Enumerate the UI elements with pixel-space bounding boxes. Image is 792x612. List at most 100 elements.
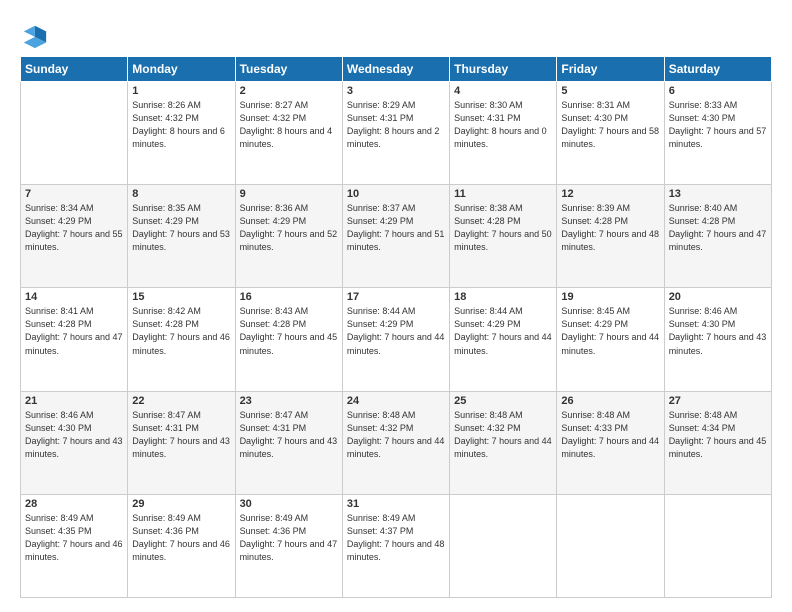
- week-row-1: 7 Sunrise: 8:34 AMSunset: 4:29 PMDaylight…: [21, 185, 772, 288]
- calendar-cell: 6 Sunrise: 8:33 AMSunset: 4:30 PMDaylight…: [664, 82, 771, 185]
- calendar-cell: 24 Sunrise: 8:48 AMSunset: 4:32 PMDayligh…: [342, 391, 449, 494]
- cell-content: Sunrise: 8:48 AMSunset: 4:34 PMDaylight:…: [669, 410, 767, 459]
- calendar-cell: 2 Sunrise: 8:27 AMSunset: 4:32 PMDaylight…: [235, 82, 342, 185]
- cell-content: Sunrise: 8:38 AMSunset: 4:28 PMDaylight:…: [454, 203, 552, 252]
- cell-content: Sunrise: 8:48 AMSunset: 4:33 PMDaylight:…: [561, 410, 659, 459]
- day-number: 7: [25, 188, 123, 200]
- cell-content: Sunrise: 8:46 AMSunset: 4:30 PMDaylight:…: [25, 410, 123, 459]
- calendar-cell: 15 Sunrise: 8:42 AMSunset: 4:28 PMDayligh…: [128, 288, 235, 391]
- cell-content: Sunrise: 8:40 AMSunset: 4:28 PMDaylight:…: [669, 203, 767, 252]
- day-number: 31: [347, 498, 445, 510]
- day-header-monday: Monday: [128, 57, 235, 82]
- day-number: 24: [347, 395, 445, 407]
- day-number: 18: [454, 291, 552, 303]
- cell-content: Sunrise: 8:44 AMSunset: 4:29 PMDaylight:…: [454, 306, 552, 355]
- calendar-cell: 19 Sunrise: 8:45 AMSunset: 4:29 PMDayligh…: [557, 288, 664, 391]
- cell-content: Sunrise: 8:49 AMSunset: 4:36 PMDaylight:…: [132, 513, 230, 562]
- day-number: 3: [347, 85, 445, 97]
- logo-icon: [20, 22, 48, 50]
- calendar-cell: 11 Sunrise: 8:38 AMSunset: 4:28 PMDayligh…: [450, 185, 557, 288]
- day-number: 2: [240, 85, 338, 97]
- day-number: 16: [240, 291, 338, 303]
- day-number: 1: [132, 85, 230, 97]
- calendar-cell: 23Sunrise: 8:47 AMSunset: 4:31 PMDayligh…: [235, 391, 342, 494]
- cell-content: Sunrise: 8:39 AMSunset: 4:28 PMDaylight:…: [561, 203, 659, 252]
- calendar-cell: 8 Sunrise: 8:35 AMSunset: 4:29 PMDaylight…: [128, 185, 235, 288]
- day-number: 23: [240, 395, 338, 407]
- cell-content: Sunrise: 8:33 AMSunset: 4:30 PMDaylight:…: [669, 100, 767, 149]
- calendar-cell: 17 Sunrise: 8:44 AMSunset: 4:29 PMDayligh…: [342, 288, 449, 391]
- day-number: 13: [669, 188, 767, 200]
- week-row-0: 1 Sunrise: 8:26 AMSunset: 4:32 PMDaylight…: [21, 82, 772, 185]
- cell-content: Sunrise: 8:36 AMSunset: 4:29 PMDaylight:…: [240, 203, 338, 252]
- cell-content: Sunrise: 8:29 AMSunset: 4:31 PMDaylight:…: [347, 100, 440, 149]
- day-number: 6: [669, 85, 767, 97]
- day-number: 20: [669, 291, 767, 303]
- cell-content: Sunrise: 8:49 AMSunset: 4:37 PMDaylight:…: [347, 513, 445, 562]
- calendar-cell: [450, 494, 557, 597]
- day-number: 25: [454, 395, 552, 407]
- cell-content: Sunrise: 8:31 AMSunset: 4:30 PMDaylight:…: [561, 100, 659, 149]
- cell-content: Sunrise: 8:43 AMSunset: 4:28 PMDaylight:…: [240, 306, 338, 355]
- calendar-cell: 3 Sunrise: 8:29 AMSunset: 4:31 PMDaylight…: [342, 82, 449, 185]
- cell-content: Sunrise: 8:26 AMSunset: 4:32 PMDaylight:…: [132, 100, 225, 149]
- cell-content: Sunrise: 8:27 AMSunset: 4:32 PMDaylight:…: [240, 100, 333, 149]
- day-number: 26: [561, 395, 659, 407]
- day-number: 4: [454, 85, 552, 97]
- day-number: 29: [132, 498, 230, 510]
- calendar-cell: 20 Sunrise: 8:46 AMSunset: 4:30 PMDayligh…: [664, 288, 771, 391]
- page: SundayMondayTuesdayWednesdayThursdayFrid…: [0, 0, 792, 612]
- calendar-cell: 18 Sunrise: 8:44 AMSunset: 4:29 PMDayligh…: [450, 288, 557, 391]
- calendar-cell: 12 Sunrise: 8:39 AMSunset: 4:28 PMDayligh…: [557, 185, 664, 288]
- calendar-cell: 16 Sunrise: 8:43 AMSunset: 4:28 PMDayligh…: [235, 288, 342, 391]
- calendar-cell: 10 Sunrise: 8:37 AMSunset: 4:29 PMDayligh…: [342, 185, 449, 288]
- day-number: 8: [132, 188, 230, 200]
- day-number: 19: [561, 291, 659, 303]
- calendar-cell: [664, 494, 771, 597]
- calendar-cell: 21 Sunrise: 8:46 AMSunset: 4:30 PMDayligh…: [21, 391, 128, 494]
- calendar-cell: 4 Sunrise: 8:30 AMSunset: 4:31 PMDaylight…: [450, 82, 557, 185]
- calendar-cell: 29 Sunrise: 8:49 AMSunset: 4:36 PMDayligh…: [128, 494, 235, 597]
- cell-content: Sunrise: 8:42 AMSunset: 4:28 PMDaylight:…: [132, 306, 230, 355]
- calendar-cell: 5 Sunrise: 8:31 AMSunset: 4:30 PMDaylight…: [557, 82, 664, 185]
- day-number: 17: [347, 291, 445, 303]
- calendar-header-row: SundayMondayTuesdayWednesdayThursdayFrid…: [21, 57, 772, 82]
- cell-content: Sunrise: 8:30 AMSunset: 4:31 PMDaylight:…: [454, 100, 547, 149]
- day-number: 22: [132, 395, 230, 407]
- week-row-2: 14Sunrise: 8:41 AMSunset: 4:28 PMDayligh…: [21, 288, 772, 391]
- calendar-cell: 1 Sunrise: 8:26 AMSunset: 4:32 PMDaylight…: [128, 82, 235, 185]
- calendar-cell: 26 Sunrise: 8:48 AMSunset: 4:33 PMDayligh…: [557, 391, 664, 494]
- day-header-wednesday: Wednesday: [342, 57, 449, 82]
- calendar-cell: 9Sunrise: 8:36 AMSunset: 4:29 PMDaylight…: [235, 185, 342, 288]
- cell-content: Sunrise: 8:47 AMSunset: 4:31 PMDaylight:…: [132, 410, 230, 459]
- day-number: 30: [240, 498, 338, 510]
- day-number: 15: [132, 291, 230, 303]
- day-header-friday: Friday: [557, 57, 664, 82]
- cell-content: Sunrise: 8:35 AMSunset: 4:29 PMDaylight:…: [132, 203, 230, 252]
- calendar-cell: 30 Sunrise: 8:49 AMSunset: 4:36 PMDayligh…: [235, 494, 342, 597]
- day-number: 10: [347, 188, 445, 200]
- cell-content: Sunrise: 8:49 AMSunset: 4:35 PMDaylight:…: [25, 513, 123, 562]
- day-number: 21: [25, 395, 123, 407]
- day-header-saturday: Saturday: [664, 57, 771, 82]
- day-number: 5: [561, 85, 659, 97]
- day-number: 14: [25, 291, 123, 303]
- day-number: 12: [561, 188, 659, 200]
- cell-content: Sunrise: 8:49 AMSunset: 4:36 PMDaylight:…: [240, 513, 338, 562]
- header: [20, 18, 772, 50]
- cell-content: Sunrise: 8:34 AMSunset: 4:29 PMDaylight:…: [25, 203, 123, 252]
- day-number: 11: [454, 188, 552, 200]
- calendar-cell: 7 Sunrise: 8:34 AMSunset: 4:29 PMDaylight…: [21, 185, 128, 288]
- calendar-cell: 13 Sunrise: 8:40 AMSunset: 4:28 PMDayligh…: [664, 185, 771, 288]
- cell-content: Sunrise: 8:48 AMSunset: 4:32 PMDaylight:…: [454, 410, 552, 459]
- cell-content: Sunrise: 8:45 AMSunset: 4:29 PMDaylight:…: [561, 306, 659, 355]
- cell-content: Sunrise: 8:44 AMSunset: 4:29 PMDaylight:…: [347, 306, 445, 355]
- cell-content: Sunrise: 8:48 AMSunset: 4:32 PMDaylight:…: [347, 410, 445, 459]
- cell-content: Sunrise: 8:37 AMSunset: 4:29 PMDaylight:…: [347, 203, 445, 252]
- day-number: 28: [25, 498, 123, 510]
- calendar-cell: [21, 82, 128, 185]
- cell-content: Sunrise: 8:46 AMSunset: 4:30 PMDaylight:…: [669, 306, 767, 355]
- calendar-cell: 31 Sunrise: 8:49 AMSunset: 4:37 PMDayligh…: [342, 494, 449, 597]
- week-row-4: 28 Sunrise: 8:49 AMSunset: 4:35 PMDayligh…: [21, 494, 772, 597]
- day-number: 27: [669, 395, 767, 407]
